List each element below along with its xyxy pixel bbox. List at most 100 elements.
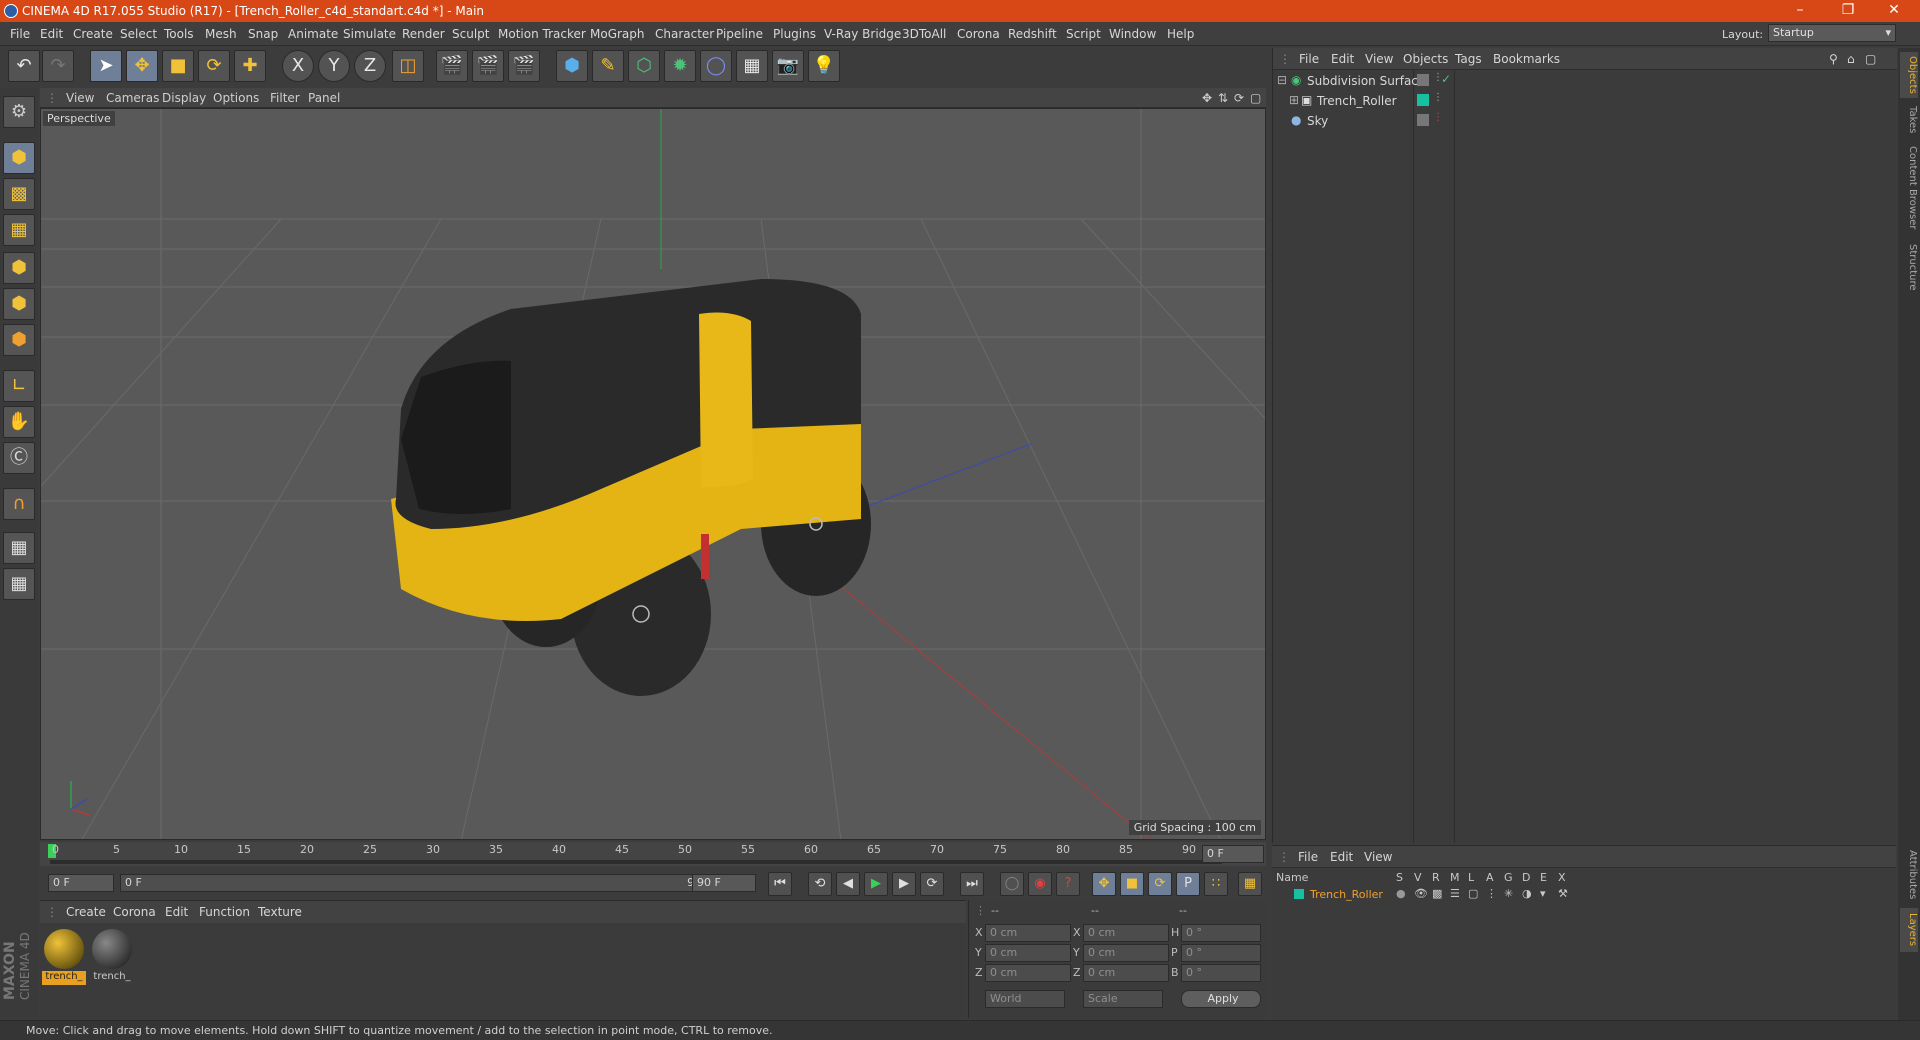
rotation-b-field[interactable]: 0 °: [1181, 964, 1261, 982]
material-menu-corona[interactable]: Corona: [113, 905, 156, 919]
perspective-viewport[interactable]: Perspective Grid Spacing : 100 cm: [40, 108, 1266, 840]
objects-menu-edit[interactable]: Edit: [1331, 52, 1354, 66]
light-object-button[interactable]: 💡: [808, 50, 840, 82]
home-icon[interactable]: ⌂: [1847, 52, 1855, 66]
menu-render[interactable]: Render: [402, 27, 445, 41]
rotate-tool-button[interactable]: ⟳: [198, 50, 230, 82]
last-tool-button[interactable]: ✚: [234, 50, 266, 82]
expression-toggle-icon[interactable]: ▾: [1540, 887, 1546, 900]
layer-menu-view[interactable]: View: [1364, 850, 1392, 864]
menu-character[interactable]: Character: [655, 27, 714, 41]
lock-toggle-icon[interactable]: ▢: [1468, 887, 1478, 900]
key-parameter-button[interactable]: P: [1176, 872, 1200, 896]
menu-script[interactable]: Script: [1066, 27, 1101, 41]
material-menu-create[interactable]: Create: [66, 905, 106, 919]
record-active-button[interactable]: ◉: [1028, 872, 1052, 896]
tab-layers[interactable]: Layers: [1900, 908, 1918, 952]
magnet-button[interactable]: ∩: [3, 488, 35, 520]
planar-workplane-button[interactable]: ▦: [3, 568, 35, 600]
snapping-button[interactable]: Ⓒ: [3, 442, 35, 474]
menu-plugins[interactable]: Plugins: [773, 27, 816, 41]
generator-toggle-icon[interactable]: ✳: [1504, 887, 1513, 900]
move-tool-button[interactable]: ✥: [126, 50, 158, 82]
menu-corona[interactable]: Corona: [957, 27, 1000, 41]
menu-select[interactable]: Select: [120, 27, 157, 41]
x-axis-button[interactable]: X: [282, 50, 314, 82]
y-axis-button[interactable]: Y: [318, 50, 350, 82]
timeline-ruler[interactable]: 0 5 10 15 20 25 30 35 40 45 50 55 60 65 …: [40, 842, 1266, 866]
timeline-window-button[interactable]: ▦: [1238, 872, 1262, 896]
menu-sculpt[interactable]: Sculpt: [452, 27, 489, 41]
model-mode-button[interactable]: ⬢: [3, 142, 35, 174]
tweak-mode-button[interactable]: ✋: [3, 406, 35, 438]
layout-select[interactable]: Startup ▾: [1768, 24, 1896, 42]
subdivision-surface-button[interactable]: ⬡: [628, 50, 660, 82]
size-mode-select[interactable]: Scale: [1083, 990, 1163, 1008]
render-toggle-icon[interactable]: ▩: [1432, 887, 1442, 900]
apply-button[interactable]: Apply: [1181, 990, 1261, 1008]
search-icon[interactable]: ⚲: [1829, 52, 1838, 66]
objects-menu-view[interactable]: View: [1365, 52, 1393, 66]
material-menu-edit[interactable]: Edit: [165, 905, 188, 919]
layer-menu-file[interactable]: File: [1298, 850, 1318, 864]
axis-mode-button[interactable]: ∟: [3, 370, 35, 402]
menu-help[interactable]: Help: [1167, 27, 1194, 41]
make-editable-button[interactable]: ⚙: [3, 96, 35, 128]
next-key-button[interactable]: ⟳: [920, 872, 944, 896]
viewport-menu-view[interactable]: View: [66, 91, 94, 105]
menu-vray-bridge[interactable]: V-Ray Bridge: [824, 27, 901, 41]
material-swatch[interactable]: trench_: [90, 927, 134, 985]
deformer-button[interactable]: ◯: [700, 50, 732, 82]
visibility-dots-icon[interactable]: ⋮: [1433, 112, 1443, 123]
viewport-menu-panel[interactable]: Panel: [308, 91, 340, 105]
key-point-level-button[interactable]: ∷: [1204, 872, 1228, 896]
menu-snap[interactable]: Snap: [248, 27, 278, 41]
spline-pen-button[interactable]: ✎: [592, 50, 624, 82]
viewport-menu-display[interactable]: Display: [162, 91, 206, 105]
coordinate-space-select[interactable]: World: [985, 990, 1065, 1008]
points-mode-button[interactable]: ⬢: [3, 252, 35, 284]
go-to-end-button[interactable]: ⏭: [960, 872, 984, 896]
redo-button[interactable]: ↷: [42, 50, 74, 82]
rotation-h-field[interactable]: 0 °: [1181, 924, 1261, 942]
view-toggle-icon[interactable]: 👁: [1414, 887, 1428, 900]
position-x-field[interactable]: 0 cm: [985, 924, 1071, 942]
size-y-field[interactable]: 0 cm: [1083, 944, 1169, 962]
viewport-menu-options[interactable]: Options: [213, 91, 259, 105]
material-menu-texture[interactable]: Texture: [258, 905, 302, 919]
z-axis-button[interactable]: Z: [354, 50, 386, 82]
xref-toggle-icon[interactable]: ⚒: [1558, 887, 1568, 900]
edges-mode-button[interactable]: ⬢: [3, 288, 35, 320]
go-to-start-button[interactable]: ⏮: [768, 872, 792, 896]
coordinate-system-button[interactable]: ◫: [392, 50, 424, 82]
key-rotation-button[interactable]: ⟳: [1148, 872, 1172, 896]
tab-attributes[interactable]: Attributes: [1900, 846, 1918, 904]
texture-mode-button[interactable]: ▩: [3, 178, 35, 210]
end-frame-field[interactable]: 90 F: [692, 874, 756, 892]
menu-mograph[interactable]: MoGraph: [590, 27, 645, 41]
menu-tools[interactable]: Tools: [164, 27, 194, 41]
tab-structure[interactable]: Structure: [1900, 238, 1918, 296]
enabled-check-icon[interactable]: ✓: [1441, 72, 1451, 86]
layer-color-swatch[interactable]: [1294, 889, 1304, 899]
tab-objects[interactable]: Objects: [1900, 52, 1918, 98]
key-position-button[interactable]: ✥: [1092, 872, 1116, 896]
record-keys-disabled-button[interactable]: ◯: [1000, 872, 1024, 896]
tab-content-browser[interactable]: Content Browser: [1900, 142, 1918, 234]
layer-name[interactable]: Trench_Roller: [1310, 888, 1383, 901]
solo-dot-icon[interactable]: ●: [1396, 887, 1406, 900]
render-picture-viewer-button[interactable]: 🎬: [472, 50, 504, 82]
material-menu-function[interactable]: Function: [199, 905, 250, 919]
object-row-trench-roller[interactable]: ⊞ ▣ Trench_Roller ⋮: [1273, 92, 1897, 112]
object-row-sky[interactable]: ● Sky ⋮: [1273, 112, 1897, 132]
previous-key-button[interactable]: ⟲: [808, 872, 832, 896]
live-selection-button[interactable]: ➤: [90, 50, 122, 82]
objects-menu-file[interactable]: File: [1299, 52, 1319, 66]
menu-create[interactable]: Create: [73, 27, 113, 41]
render-view-button[interactable]: 🎬: [436, 50, 468, 82]
layer-menu-edit[interactable]: Edit: [1330, 850, 1353, 864]
next-frame-button[interactable]: ▶: [892, 872, 916, 896]
viewport-menu-filter[interactable]: Filter: [270, 91, 300, 105]
autokeying-button[interactable]: ?: [1056, 872, 1080, 896]
menu-window[interactable]: Window: [1109, 27, 1156, 41]
